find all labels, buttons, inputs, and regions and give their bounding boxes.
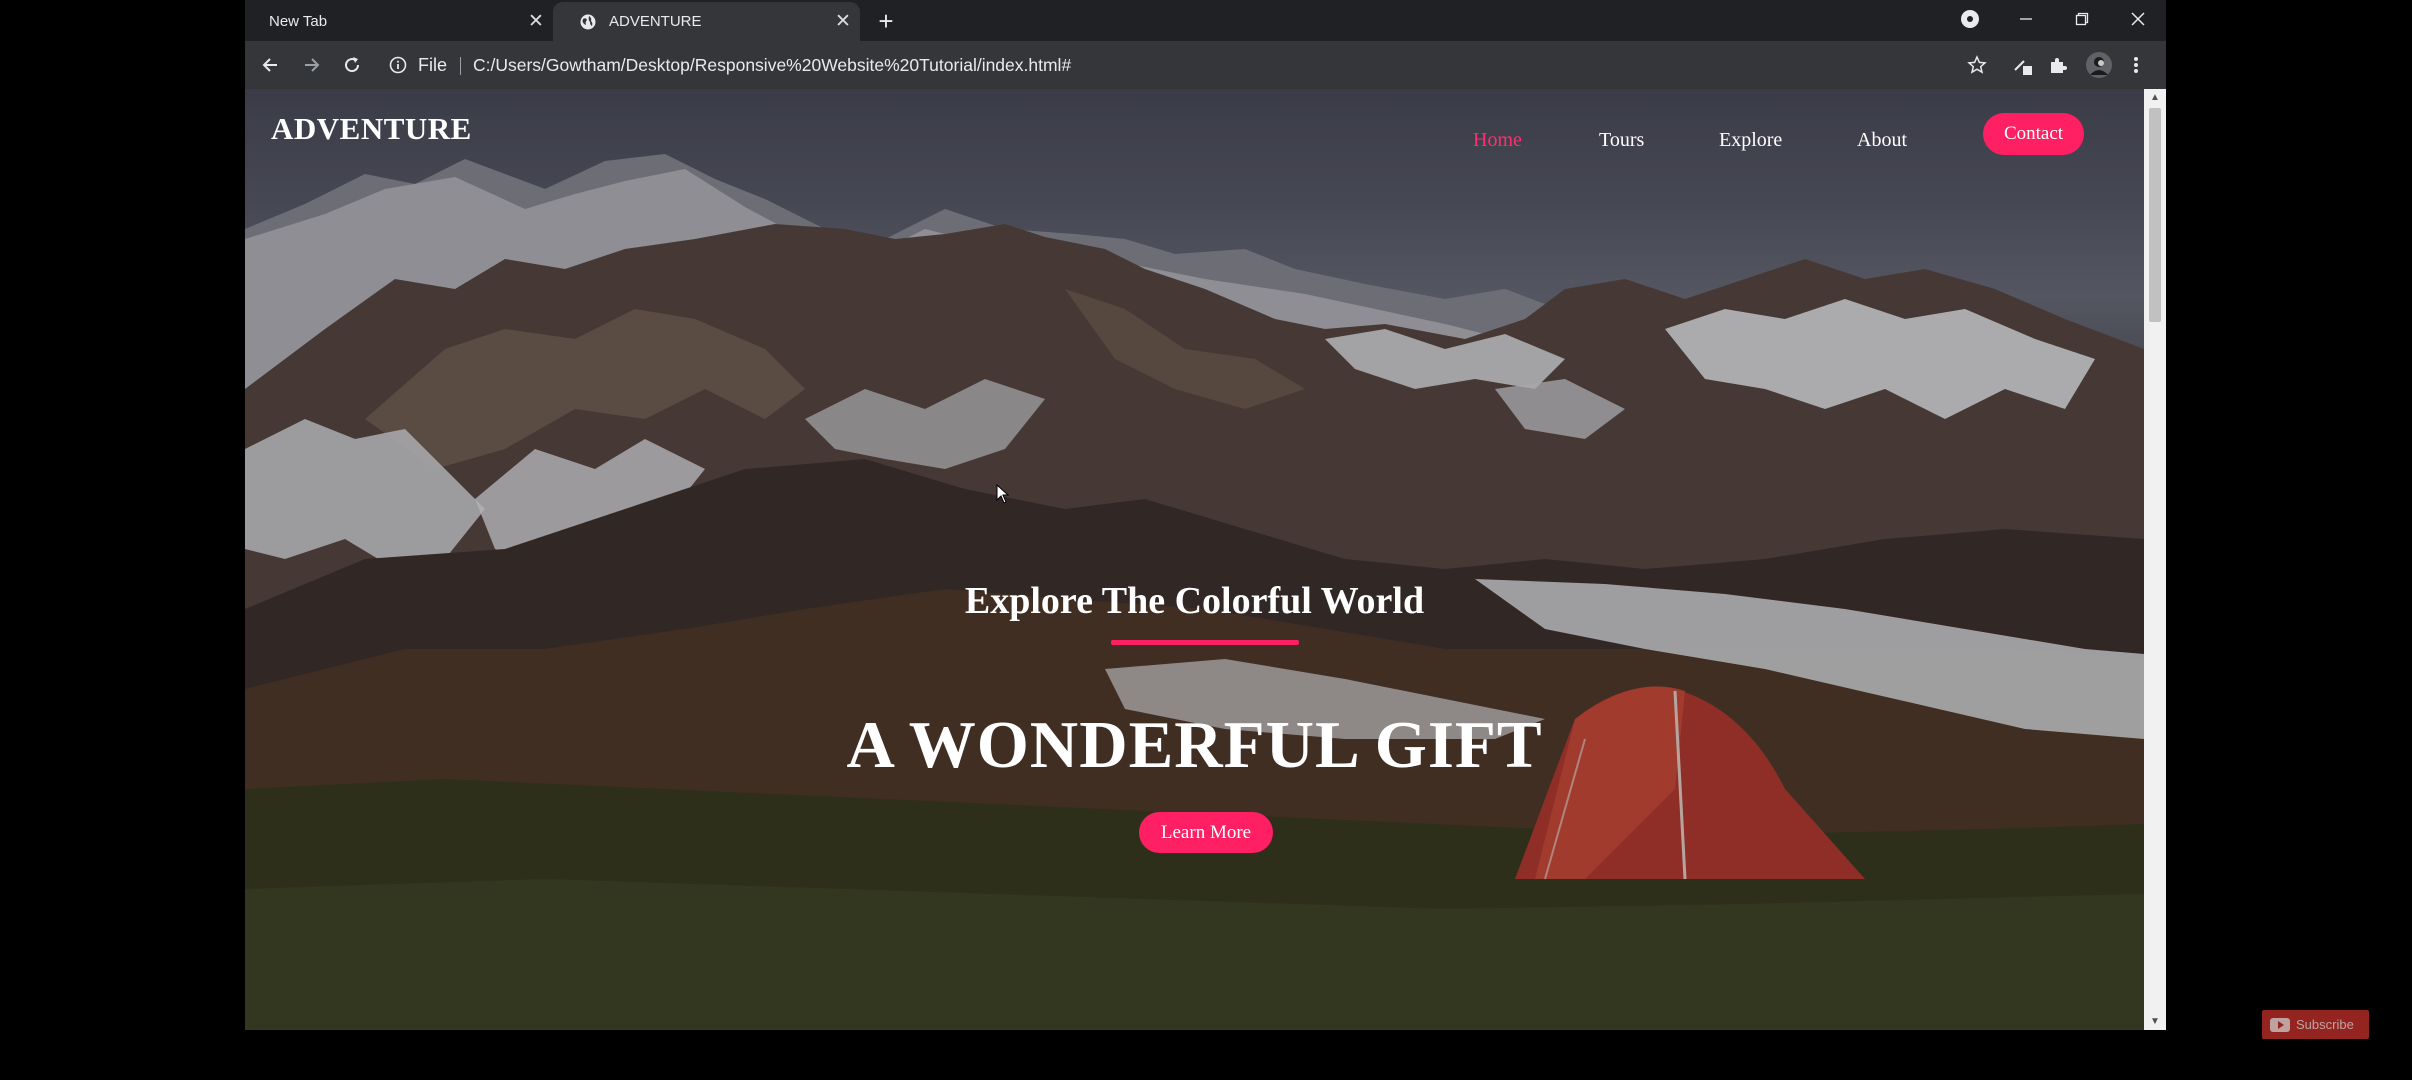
site-nav: Home Tours Explore About xyxy=(245,121,2144,159)
extension-pen-icon[interactable] xyxy=(2007,49,2039,81)
learn-more-button[interactable]: Learn More xyxy=(1139,812,1273,853)
hero-overlay xyxy=(245,89,2144,1030)
arrow-left-icon[interactable] xyxy=(255,49,287,81)
subscribe-button[interactable]: Subscribe xyxy=(2262,1010,2369,1039)
minimize-icon[interactable] xyxy=(1998,0,2054,38)
tab-new-tab[interactable]: New Tab ✕ xyxy=(245,2,553,41)
page-viewport: ADVENTURE Home Tours Explore About Conta… xyxy=(245,89,2166,1030)
hero-subtitle: Explore The Colorful World xyxy=(964,580,1425,622)
nav-link-explore[interactable]: Explore xyxy=(1719,121,1782,159)
reload-icon[interactable] xyxy=(336,49,368,81)
arrow-right-icon[interactable] xyxy=(295,49,327,81)
address-bar[interactable]: File C:/Users/Gowtham/Desktop/Responsive… xyxy=(379,47,2079,83)
tab-title: New Tab xyxy=(269,13,328,30)
tab-adventure[interactable]: ADVENTURE ✕ xyxy=(553,2,860,41)
star-icon[interactable] xyxy=(1961,49,1993,81)
youtube-icon xyxy=(2270,1017,2290,1032)
media-control-icon[interactable] xyxy=(1942,0,1998,38)
globe-icon xyxy=(580,14,596,29)
scroll-up-icon[interactable]: ▲ xyxy=(2144,89,2166,106)
tab-title: ADVENTURE xyxy=(609,13,702,30)
hero-section: ADVENTURE Home Tours Explore About Conta… xyxy=(245,89,2144,1030)
tab-bar: New Tab ✕ ADVENTURE ✕ + xyxy=(245,0,2166,41)
hero-title: A WONDERFUL GIFT xyxy=(846,708,1543,782)
subscribe-label: Subscribe xyxy=(2296,1017,2354,1032)
restore-icon[interactable] xyxy=(2054,0,2110,38)
close-tab-icon[interactable]: ✕ xyxy=(519,10,553,33)
url-text[interactable]: C:/Users/Gowtham/Desktop/Responsive%20We… xyxy=(473,47,1071,83)
nav-link-about[interactable]: About xyxy=(1857,121,1907,159)
close-window-icon[interactable] xyxy=(2110,0,2166,38)
browser-toolbar: File C:/Users/Gowtham/Desktop/Responsive… xyxy=(245,41,2166,89)
hero-underline xyxy=(1111,640,1299,645)
kebab-menu-icon[interactable] xyxy=(2120,49,2152,81)
separator xyxy=(460,57,461,75)
scroll-down-icon[interactable]: ▼ xyxy=(2144,1013,2166,1030)
info-icon[interactable] xyxy=(389,56,407,74)
mouse-cursor-icon xyxy=(996,484,1010,504)
avatar[interactable] xyxy=(2083,49,2115,81)
scheme-label: File xyxy=(418,55,448,75)
browser-window: New Tab ✕ ADVENTURE ✕ + File C:/Users/Go… xyxy=(245,0,2166,1030)
nav-link-home[interactable]: Home xyxy=(1473,121,1522,159)
close-tab-icon[interactable]: ✕ xyxy=(826,10,860,33)
vertical-scrollbar[interactable]: ▲ ▼ xyxy=(2144,89,2166,1030)
contact-button[interactable]: Contact xyxy=(1983,113,2084,155)
scroll-thumb[interactable] xyxy=(2149,108,2161,322)
nav-link-tours[interactable]: Tours xyxy=(1599,121,1644,159)
new-tab-button[interactable]: + xyxy=(870,5,902,37)
puzzle-icon[interactable] xyxy=(2042,49,2074,81)
